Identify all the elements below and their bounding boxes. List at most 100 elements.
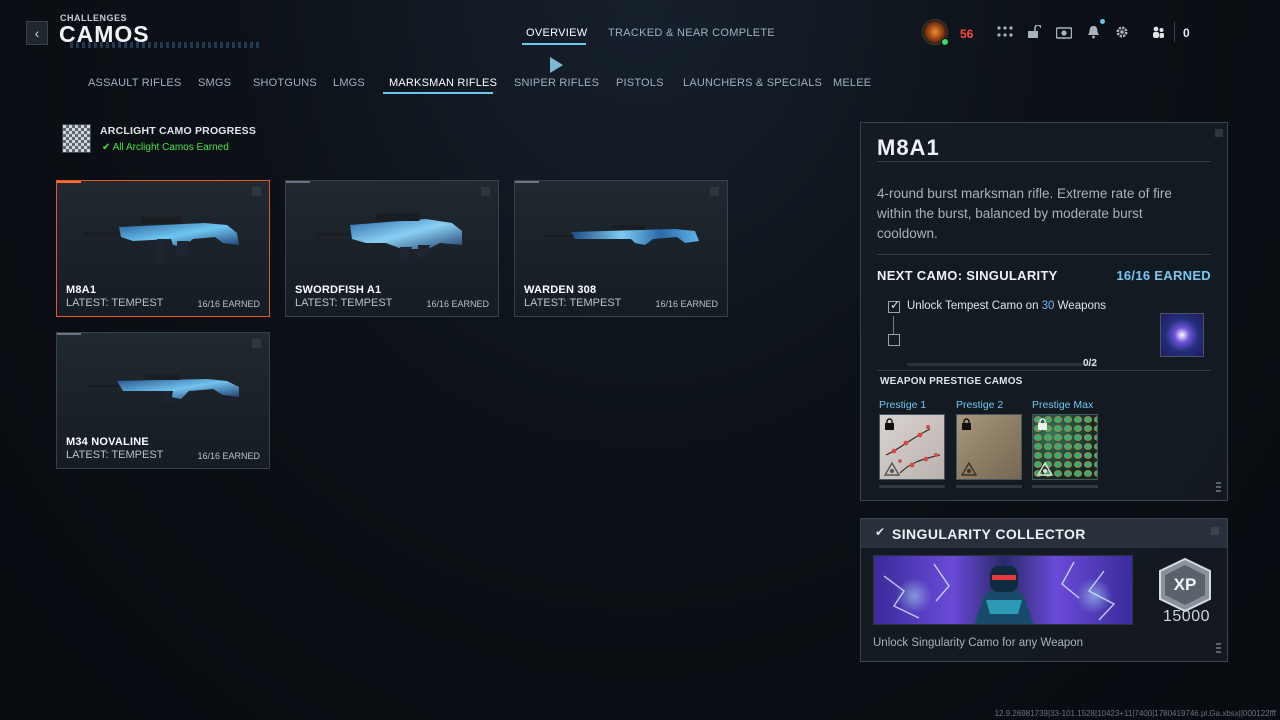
- challenge-task: Unlock Tempest Camo on 30 Weapons: [907, 300, 1106, 312]
- prestige-1-progress: [879, 485, 945, 488]
- task-checkbox-checked: ✓: [888, 298, 901, 313]
- rifle-icon: [316, 213, 462, 261]
- arclight-camo-thumbnail: [62, 124, 91, 153]
- weapon-card-swordfish-a1[interactable]: SWORDFISH A1 LATEST: TEMPEST 16/16 EARNE…: [285, 180, 499, 317]
- weapon-card-m34-novaline[interactable]: M34 NOVALINE LATEST: TEMPEST 16/16 EARNE…: [56, 332, 270, 469]
- card-accent: [286, 181, 310, 183]
- task-text-prefix: Unlock Tempest Camo on: [907, 300, 1042, 312]
- party-icon[interactable]: [1149, 24, 1167, 40]
- build-version: 12.9.26981739|33-101.1528|10423+11|7400|…: [994, 709, 1276, 718]
- scroll-indicator-icon: [1216, 643, 1221, 653]
- arclight-status: ✔ All Arclight Camos Earned: [102, 142, 229, 153]
- tab-overview[interactable]: OVERVIEW: [526, 27, 588, 39]
- tab-tracked[interactable]: TRACKED & NEAR COMPLETE: [608, 27, 775, 39]
- mouse-cursor-icon: [550, 57, 563, 73]
- online-status-icon: [941, 38, 949, 46]
- divider: [877, 254, 1211, 255]
- grid-icon[interactable]: [996, 24, 1014, 40]
- prestige-emblem-icon: [884, 462, 900, 476]
- arclight-status-text: All Arclight Camos Earned: [112, 142, 229, 153]
- prestige-emblem-icon: [1037, 462, 1053, 476]
- prestige-1-camo[interactable]: [879, 414, 945, 480]
- weapon-latest-camo: LATEST: TEMPEST: [524, 297, 622, 309]
- weapon-card-m8a1[interactable]: M8A1 LATEST: TEMPEST 16/16 EARNED: [56, 180, 270, 317]
- category-sniper-rifles[interactable]: SNIPER RIFLES: [514, 77, 599, 89]
- card-corner-icon: [481, 187, 490, 196]
- check-icon: ✔: [875, 525, 886, 539]
- reward-header: ✔ SINGULARITY COLLECTOR: [861, 519, 1227, 548]
- challenge-progress-bar: [907, 363, 1097, 366]
- currency-count: 0: [1183, 26, 1190, 40]
- task-checkbox-empty: [888, 334, 900, 346]
- back-button[interactable]: ‹: [26, 21, 48, 45]
- next-camo-title: NEXT CAMO: SINGULARITY: [877, 268, 1058, 283]
- divider: [877, 370, 1211, 371]
- weapon-name: SWORDFISH A1: [295, 284, 382, 296]
- prestige-2-label: Prestige 2: [956, 399, 1004, 411]
- card-corner-icon: [252, 187, 261, 196]
- weapon-description: 4-round burst marksman rifle. Extreme ra…: [877, 186, 1172, 241]
- category-marksman-rifles[interactable]: MARKSMAN RIFLES: [389, 77, 497, 89]
- rifle-icon: [83, 217, 239, 263]
- bell-icon[interactable]: [1084, 24, 1102, 40]
- card-corner-icon: [710, 187, 719, 196]
- task-text-suffix: Weapons: [1054, 300, 1107, 312]
- prestige-camos-heading: WEAPON PRESTIGE CAMOS: [880, 376, 1023, 387]
- scroll-indicator-icon: [1216, 482, 1221, 492]
- category-assault-rifles[interactable]: ASSAULT RIFLES: [88, 77, 181, 89]
- category-smgs[interactable]: SMGS: [198, 77, 231, 89]
- weapon-earned-count: 16/16 EARNED: [197, 299, 260, 309]
- card-accent: [515, 181, 539, 183]
- check-icon: ✓: [890, 298, 901, 312]
- chevron-left-icon: ‹: [34, 25, 40, 41]
- next-camo-earned: 16/16 EARNED: [1116, 268, 1211, 283]
- prestige-emblem-icon: [961, 462, 977, 476]
- prestige-2-camo[interactable]: [956, 414, 1022, 480]
- divider: [877, 161, 1211, 162]
- category-shotguns[interactable]: SHOTGUNS: [253, 77, 317, 89]
- weapon-card-warden-308[interactable]: WARDEN 308 LATEST: TEMPEST 16/16 EARNED: [514, 180, 728, 317]
- singularity-camo-preview[interactable]: [1160, 313, 1204, 357]
- check-icon: ✔: [102, 142, 113, 153]
- prestige-max-progress: [1032, 485, 1098, 488]
- reward-description: Unlock Singularity Camo for any Weapon: [873, 637, 1084, 649]
- xp-label: XP: [1173, 575, 1197, 594]
- prestige-max-camo[interactable]: [1032, 414, 1098, 480]
- category-lmgs[interactable]: LMGS: [333, 77, 365, 89]
- calling-card-image[interactable]: [873, 555, 1133, 625]
- weapon-earned-count: 16/16 EARNED: [426, 299, 489, 309]
- gear-icon[interactable]: [1113, 24, 1131, 40]
- category-melee[interactable]: MELEE: [833, 77, 871, 89]
- weapon-earned-count: 16/16 EARNED: [197, 451, 260, 461]
- card-corner-icon: [252, 339, 261, 348]
- camera-icon[interactable]: [1055, 24, 1073, 40]
- card-accent: [57, 333, 81, 335]
- weapon-detail-panel: M8A1 4-round burst marksman rifle. Extre…: [860, 122, 1228, 501]
- prestige-2-progress: [956, 485, 1022, 488]
- calling-card-art-icon: [874, 556, 1132, 624]
- player-level: 56: [960, 27, 974, 41]
- challenge-progress-label: 0/2: [1083, 358, 1097, 369]
- lock-icon: [885, 418, 894, 430]
- prestige-max-label: Prestige Max: [1032, 399, 1094, 411]
- weapon-name: M8A1: [66, 284, 97, 296]
- weapon-latest-camo: LATEST: TEMPEST: [66, 449, 164, 461]
- lock-icon: [962, 418, 971, 430]
- hud-divider: [1174, 22, 1175, 42]
- detail-weapon-name: M8A1: [877, 135, 940, 160]
- rifle-icon: [87, 374, 239, 403]
- category-active-indicator: [383, 92, 493, 94]
- arclight-progress-title: ARCLIGHT CAMO PROGRESS: [100, 125, 257, 137]
- reward-panel: ✔ SINGULARITY COLLECTOR XP 15000 Unlock …: [860, 518, 1228, 662]
- task-connector: [893, 316, 894, 334]
- notification-dot-icon: [1100, 19, 1105, 24]
- xp-amount: 15000: [1163, 608, 1210, 625]
- tab-active-indicator: [522, 43, 586, 45]
- weapon-latest-camo: LATEST: TEMPEST: [66, 297, 164, 309]
- panel-corner-icon: [1211, 527, 1219, 535]
- category-launchers-specials[interactable]: LAUNCHERS & SPECIALS: [683, 77, 822, 89]
- weapon-latest-camo: LATEST: TEMPEST: [295, 297, 393, 309]
- category-pistols[interactable]: PISTOLS: [616, 77, 664, 89]
- task-target-number: 30: [1041, 300, 1055, 312]
- unlock-icon[interactable]: [1025, 24, 1043, 40]
